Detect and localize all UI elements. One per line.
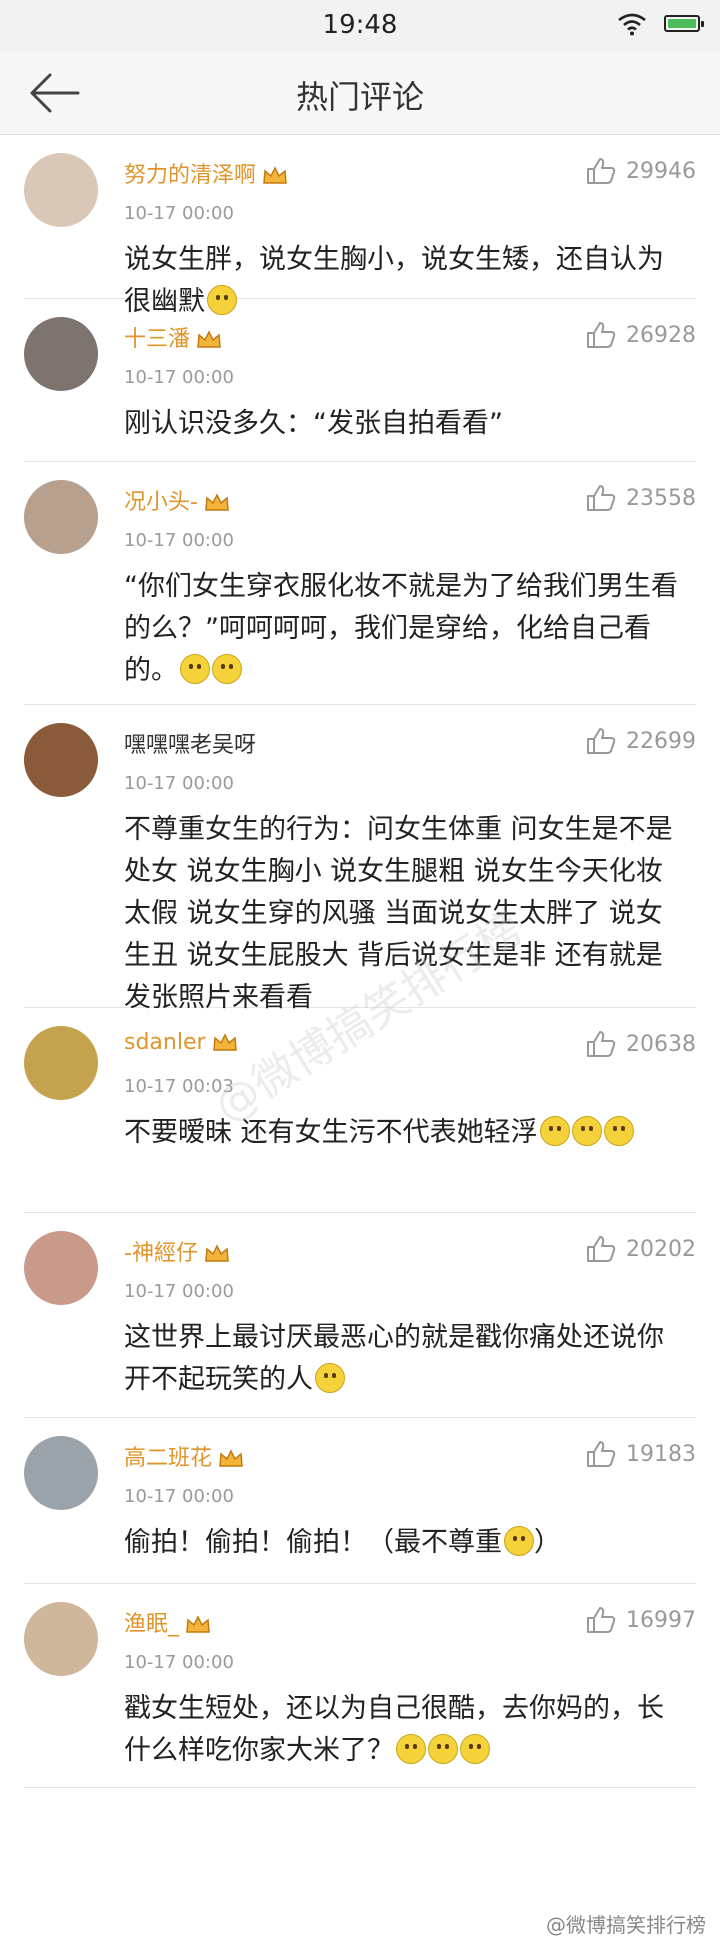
comment-item: 努力的清泽啊 10-17 00:00 29946 说女生胖，说女生胸小，说女生矮… — [24, 135, 696, 317]
vip-crown-icon — [205, 493, 229, 511]
emoji-icon — [212, 654, 242, 684]
wifi-icon — [618, 13, 646, 36]
vip-crown-icon — [219, 1449, 243, 1467]
comment-item: 况小头- 10-17 00:00 23558 “你们女生穿衣服化妆不就是为了给我… — [24, 462, 696, 705]
comment-time: 10-17 00:00 — [124, 1281, 234, 1302]
comment-time: 10-17 00:00 — [124, 773, 234, 794]
vip-crown-icon — [186, 1615, 210, 1633]
username[interactable]: 努力的清泽啊 — [124, 157, 288, 189]
comment-item: 高二班花 10-17 00:00 19183 偷拍！偷拍！偷拍！（最不尊重） — [24, 1418, 696, 1584]
comment-time: 10-17 00:00 — [124, 1652, 234, 1673]
vip-crown-icon — [263, 166, 287, 184]
thumbs-up-icon — [587, 1031, 616, 1057]
like-button[interactable]: 20638 — [586, 1030, 696, 1060]
comment-item: 渔眠_ 10-17 00:00 16997 戳女生短处，还以为自己很酷，去你妈的… — [24, 1584, 696, 1788]
battery-icon — [664, 15, 704, 32]
comment-time: 10-17 00:00 — [124, 530, 234, 551]
corner-watermark: @微博搞笑排行榜 — [546, 1913, 706, 1937]
comment-list: 努力的清泽啊 10-17 00:00 29946 说女生胖，说女生胸小，说女生矮… — [0, 135, 720, 1788]
page-title: 热门评论 — [295, 78, 424, 116]
username[interactable]: 嘿嘿嘿老吴呀 — [124, 727, 256, 759]
thumbs-up-icon — [587, 158, 616, 184]
like-count: 20202 — [626, 1237, 696, 1262]
like-count: 22699 — [626, 729, 696, 754]
vip-crown-icon — [197, 330, 221, 348]
emoji-icon — [571, 1116, 602, 1146]
like-button[interactable]: 16997 — [586, 1606, 696, 1636]
comment-item: sdanler 10-17 00:03 20638 不要暧昧 还有女生污不代表她… — [24, 1008, 696, 1213]
like-count: 26928 — [626, 323, 696, 348]
comment-text: 这世界上最讨厌最恶心的就是戳你痛处还说你开不起玩笑的人 — [124, 1322, 664, 1395]
avatar[interactable] — [24, 317, 98, 391]
nav-bar: 热门评论 — [0, 52, 720, 135]
emoji-icon — [460, 1734, 490, 1764]
like-button[interactable]: 26928 — [586, 321, 696, 351]
comment-time: 10-17 00:00 — [124, 203, 234, 224]
emoji-icon — [603, 1116, 634, 1146]
username[interactable]: -神經仔 — [124, 1235, 230, 1267]
avatar[interactable] — [24, 480, 98, 554]
username[interactable]: 况小头- — [124, 484, 230, 516]
vip-crown-icon — [212, 1033, 237, 1051]
like-count: 20638 — [626, 1032, 696, 1057]
username[interactable]: 渔眠_ — [124, 1606, 211, 1638]
like-button[interactable]: 20202 — [586, 1235, 696, 1265]
comment-text: 偷拍！偷拍！偷拍！（最不尊重） — [124, 1526, 561, 1558]
comment-text: “你们女生穿衣服化妆不就是为了给我们男生看的么？”呵呵呵呵，我们是穿给，化给自己… — [124, 571, 678, 686]
like-button[interactable]: 29946 — [586, 157, 696, 187]
status-time: 19:48 — [322, 10, 398, 40]
emoji-icon — [180, 654, 210, 684]
thumbs-up-icon — [587, 728, 616, 754]
like-button[interactable]: 19183 — [586, 1440, 696, 1470]
username[interactable]: 十三潘 — [124, 321, 222, 353]
comment-item: 嘿嘿嘿老吴呀 10-17 00:00 22699 不尊重女生的行为：问女生体重 … — [24, 705, 696, 1013]
comment-text: 不尊重女生的行为：问女生体重 问女生是不是处女 说女生胸小 说女生腿粗 说女生今… — [124, 814, 673, 1013]
avatar[interactable] — [24, 1231, 98, 1305]
comment-time: 10-17 00:00 — [124, 367, 234, 388]
vip-crown-icon — [205, 1244, 229, 1262]
like-count: 29946 — [626, 159, 696, 184]
comment-text: 戳女生短处，还以为自己很酷，去你妈的，长什么样吃你家大米了？ — [124, 1693, 664, 1766]
avatar[interactable] — [24, 1026, 98, 1100]
thumbs-up-icon — [587, 485, 616, 511]
like-count: 19183 — [626, 1442, 696, 1467]
comment-item: -神經仔 10-17 00:00 20202 这世界上最讨厌最恶心的就是戳你痛处… — [24, 1213, 696, 1418]
emoji-icon — [428, 1734, 458, 1764]
emoji-icon — [539, 1116, 570, 1146]
thumbs-up-icon — [587, 322, 616, 348]
emoji-icon — [396, 1734, 426, 1764]
comment-item: 十三潘 10-17 00:00 26928 刚认识没多久：“发张自拍看看” — [24, 299, 696, 462]
thumbs-up-icon — [587, 1236, 616, 1262]
emoji-icon — [504, 1526, 534, 1556]
like-count: 23558 — [626, 486, 696, 511]
username[interactable]: sdanler — [124, 1030, 238, 1055]
emoji-icon — [315, 1363, 345, 1393]
comment-text: 不要暧昧 还有女生污不代表她轻浮 — [124, 1112, 684, 1154]
like-button[interactable]: 22699 — [586, 727, 696, 757]
avatar[interactable] — [24, 723, 98, 797]
comment-time: 10-17 00:00 — [124, 1486, 234, 1507]
avatar[interactable] — [24, 1436, 98, 1510]
comment-text: 刚认识没多久：“发张自拍看看” — [124, 408, 503, 439]
username[interactable]: 高二班花 — [124, 1440, 244, 1472]
like-count: 16997 — [626, 1608, 696, 1633]
like-button[interactable]: 23558 — [586, 484, 696, 514]
avatar[interactable] — [24, 153, 98, 227]
avatar[interactable] — [24, 1602, 98, 1676]
status-bar: 19:48 — [0, 0, 720, 52]
thumbs-up-icon — [587, 1607, 616, 1633]
thumbs-up-icon — [587, 1441, 616, 1467]
comment-time: 10-17 00:03 — [124, 1076, 234, 1097]
